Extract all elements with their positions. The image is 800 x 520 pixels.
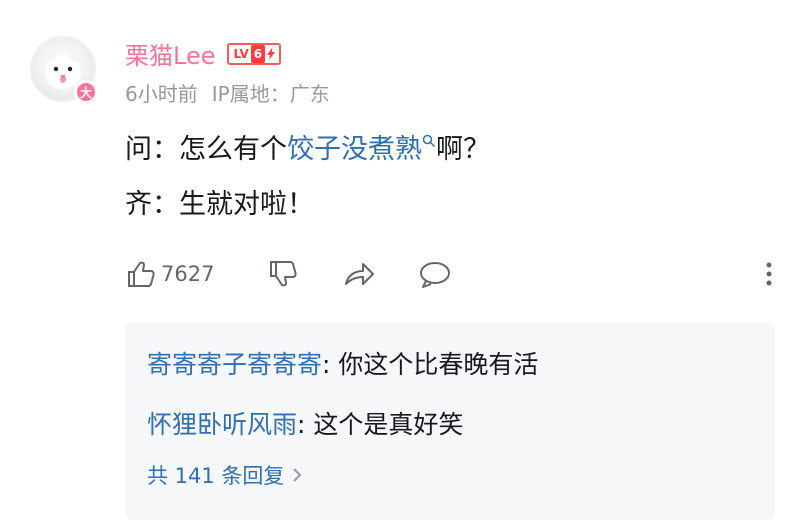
like-count: 7627 xyxy=(161,262,215,286)
reply-username[interactable]: 寄寄寄子寄寄寄 xyxy=(147,350,322,379)
ip-location: IP属地：广东 xyxy=(211,82,330,106)
level-prefix: LV xyxy=(233,46,249,61)
chevron-right-icon xyxy=(293,468,302,482)
thumbs-up-icon xyxy=(128,261,155,287)
replies-panel: 寄寄寄子寄寄寄: 你这个比春晚有活 怀狸卧听风雨: 这个是真好笑 共 141 条… xyxy=(125,322,775,520)
comment-time: 6小时前 xyxy=(125,82,198,106)
reply-text: 这个是真好笑 xyxy=(313,410,464,439)
share-icon xyxy=(345,263,374,285)
comment-meta: 6小时前 IP属地：广东 xyxy=(125,78,330,107)
comment-bubble-icon xyxy=(420,262,450,288)
reply-separator: : xyxy=(297,410,314,439)
comment-line-1: 问：怎么有个饺子没煮熟 啊？ xyxy=(125,132,490,168)
speaker-label: 问： xyxy=(125,134,179,165)
comment-text-after: 啊？ xyxy=(436,134,490,165)
username[interactable]: 栗猫Lee xyxy=(125,36,215,71)
level-number: 6 xyxy=(250,44,266,63)
comment-actions: 7627 xyxy=(125,256,775,292)
like-button[interactable]: 7627 xyxy=(125,256,214,292)
username-row: 栗猫Lee LV 6 xyxy=(125,36,282,71)
speaker-label: 齐： xyxy=(125,189,179,220)
official-badge: 大 xyxy=(74,80,98,104)
view-all-replies-label: 共 141 条回复 xyxy=(147,464,285,488)
reply-separator: : xyxy=(322,350,339,379)
thumbs-down-icon xyxy=(270,261,297,287)
level-badge: LV 6 xyxy=(227,42,282,65)
comment-text-before: 怎么有个 xyxy=(179,134,287,165)
reply-item[interactable]: 怀狸卧听风雨: 这个是真好笑 xyxy=(147,408,463,442)
reply-item[interactable]: 寄寄寄子寄寄寄: 你这个比春晚有活 xyxy=(147,348,538,382)
lightning-icon xyxy=(267,47,276,60)
reply-text: 你这个比春晚有活 xyxy=(338,350,539,379)
share-button[interactable] xyxy=(342,256,376,292)
comment-line-2: 齐：生就对啦！ xyxy=(125,187,314,223)
search-link[interactable]: 饺子没煮熟 xyxy=(287,134,422,165)
comment-text: 生就对啦！ xyxy=(179,189,314,220)
search-icon[interactable] xyxy=(422,134,436,148)
more-options-button[interactable] xyxy=(763,256,775,292)
reply-username[interactable]: 怀狸卧听风雨 xyxy=(147,410,297,439)
reply-button[interactable] xyxy=(418,256,452,292)
dislike-button[interactable] xyxy=(267,256,299,292)
view-all-replies-link[interactable]: 共 141 条回复 xyxy=(147,460,302,490)
more-vertical-icon xyxy=(766,262,772,286)
avatar-container[interactable]: 大 xyxy=(30,36,98,104)
